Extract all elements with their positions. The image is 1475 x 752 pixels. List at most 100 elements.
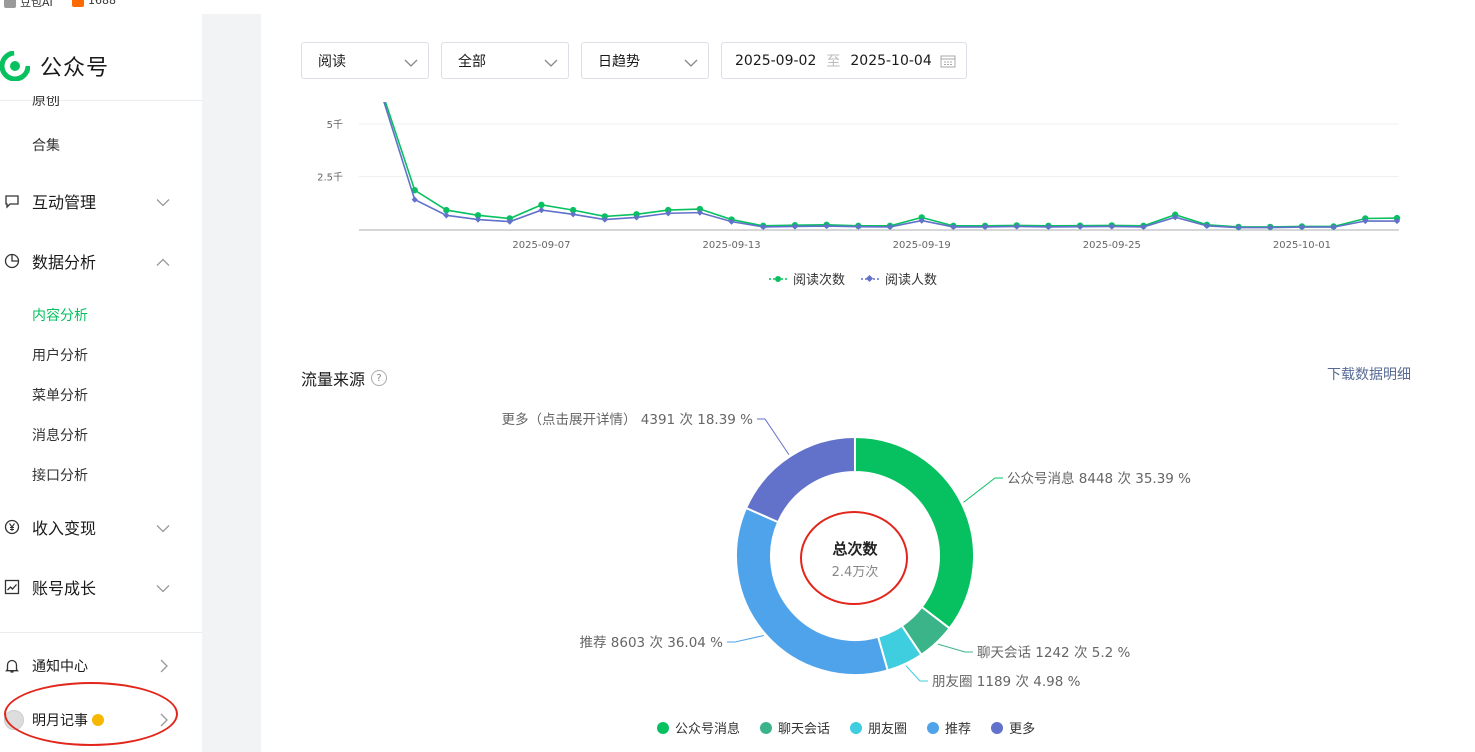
calendar-icon (940, 54, 956, 72)
slice-label: 推荐 8603 次 36.04 % (580, 635, 724, 651)
bookmark-doubao[interactable]: 豆包AI (4, 0, 53, 10)
legend-item-read-count[interactable]: 阅读次数 (769, 269, 845, 288)
sidebar-divider (0, 632, 202, 633)
sidebar-group-growth[interactable]: 账号成长 (4, 576, 174, 598)
x-tick-label: 2025-09-19 (893, 240, 951, 251)
legend-item-moments[interactable]: 朋友圈 (850, 718, 907, 737)
group-label: 收入变现 (32, 519, 97, 538)
date-end[interactable]: 2025-10-04 (850, 53, 931, 69)
chevron-down-icon (544, 55, 558, 71)
trend-icon (4, 579, 20, 595)
series-read-count (384, 102, 1401, 231)
y-tick-label: 2.5千 (317, 172, 343, 184)
sidebar-item-api-analysis[interactable]: 接口分析 (32, 465, 88, 485)
yen-icon (4, 519, 20, 535)
donut-legend: 公众号消息 聊天会话 朋友圈 推荐 更多 (657, 718, 1035, 737)
notification-label: 通知中心 (32, 659, 88, 675)
slice-label: 公众号消息 8448 次 35.39 % (1007, 470, 1191, 487)
legend-dot (927, 721, 940, 734)
series-line (384, 102, 1398, 228)
legend-label: 朋友圈 (868, 722, 908, 737)
scope-select[interactable]: 全部 (441, 42, 569, 79)
data-point (443, 212, 450, 219)
legend-dot (760, 721, 773, 734)
bell-icon (4, 658, 20, 674)
sidebar-group-analytics[interactable]: 数据分析 (4, 250, 174, 272)
sidebar-item-message-analysis[interactable]: 消息分析 (32, 425, 88, 445)
legend-line-marker (769, 275, 787, 282)
x-tick-label: 2025-10-01 (1273, 240, 1331, 251)
traffic-source-donut: 公众号消息 8448 次 35.39 % 聊天会话 1242 次 5.2 % 朋友圈… (502, 411, 1192, 690)
line-chart-legend: 阅读次数 阅读人数 (769, 269, 937, 288)
legend-label: 阅读人数 (885, 273, 938, 288)
legend-item-more[interactable]: 更多 (991, 718, 1035, 737)
chevron-down-icon (156, 578, 170, 597)
donut-slice (735, 506, 889, 676)
download-detail-link[interactable]: 下载数据明细 (1327, 364, 1411, 384)
pie-chart-icon (4, 253, 20, 269)
doubao-icon (4, 0, 16, 8)
slice-leader-line (757, 418, 790, 455)
x-tick-label: 2025-09-25 (1083, 240, 1141, 251)
chevron-down-icon (156, 192, 170, 211)
series-reader-count (383, 102, 1401, 231)
filter-bar: 阅读 全部 日趋势 2025-09-02 至 2025-10-04 (261, 14, 1449, 102)
legend-item-recommend[interactable]: 推荐 (927, 718, 971, 737)
date-separator: 至 (826, 53, 841, 70)
sidebar: 公众号 原创 合集 互动管理 数据分析 内容分析 用户分析 菜单分析 消息分析 … (0, 14, 202, 752)
sidebar-group-interaction[interactable]: 互动管理 (4, 190, 174, 212)
legend-label: 更多 (1009, 722, 1036, 737)
bookmark-label: 1688 (88, 0, 116, 7)
chevron-right-icon (160, 713, 168, 731)
legend-dot (657, 721, 669, 734)
account-name: 明月记事 (32, 713, 88, 729)
slice-label: 聊天会话 1242 次 5.2 % (977, 645, 1130, 661)
select-value: 阅读 (318, 53, 346, 70)
select-value: 日趋势 (598, 53, 640, 70)
content-panel: 5千 2.5千 2025-09-07 2025-09-13 2025-09-19 2025… (261, 102, 1449, 752)
y-tick-label: 5千 (327, 119, 343, 131)
chevron-down-icon (404, 55, 418, 71)
app-name: 公众号 (40, 56, 110, 81)
metric-select[interactable]: 阅读 (301, 42, 429, 79)
data-point (538, 206, 545, 214)
chevron-down-icon (156, 518, 170, 537)
legend-dot (991, 721, 1004, 734)
legend-item-chat[interactable]: 聊天会话 (760, 718, 830, 737)
group-label: 账号成长 (32, 579, 97, 598)
donut-slice (854, 435, 975, 630)
slice-leader-line (937, 643, 973, 653)
sidebar-item-original[interactable]: 原创 (32, 96, 60, 110)
sidebar-divider (0, 100, 202, 101)
date-start[interactable]: 2025-09-02 (735, 53, 816, 69)
slice-leader-line (727, 635, 764, 643)
sidebar-group-monetization[interactable]: 收入变现 (4, 516, 174, 538)
account-menu[interactable]: 明月记事 (4, 708, 174, 732)
granularity-select[interactable]: 日趋势 (581, 42, 709, 79)
help-icon[interactable]: ? (371, 370, 388, 386)
legend-item-official-msg[interactable]: 公众号消息 (657, 718, 740, 737)
notification-center[interactable]: 通知中心 (4, 656, 174, 676)
legend-label: 公众号消息 (675, 722, 741, 737)
x-tick-label: 2025-09-13 (703, 240, 761, 251)
sidebar-item-menu-analysis[interactable]: 菜单分析 (32, 385, 88, 405)
chevron-right-icon (160, 659, 168, 677)
sidebar-item-user-analysis[interactable]: 用户分析 (32, 345, 88, 365)
legend-label: 聊天会话 (778, 722, 831, 737)
legend-line-marker (861, 274, 880, 282)
wechat-official-logo-icon (0, 51, 30, 81)
sidebar-item-content-analysis[interactable]: 内容分析 (32, 305, 88, 325)
app-logo[interactable]: 公众号 (0, 50, 109, 82)
bookmark-label: 豆包AI (20, 0, 53, 9)
bookmark-1688[interactable]: 1688 (72, 0, 116, 7)
sidebar-item-collection[interactable]: 合集 (32, 135, 60, 155)
donut-slice (744, 435, 856, 524)
annotation-oval (800, 511, 908, 605)
slice-label: 朋友圈 1189 次 4.98 % (932, 674, 1081, 690)
slice-leader-line (905, 665, 928, 682)
group-label: 数据分析 (32, 253, 97, 272)
legend-item-reader-count[interactable]: 阅读人数 (861, 269, 937, 288)
1688-icon (72, 0, 84, 7)
date-range-picker[interactable]: 2025-09-02 至 2025-10-04 (721, 42, 967, 79)
page-scroll-gutter[interactable] (1449, 14, 1475, 752)
